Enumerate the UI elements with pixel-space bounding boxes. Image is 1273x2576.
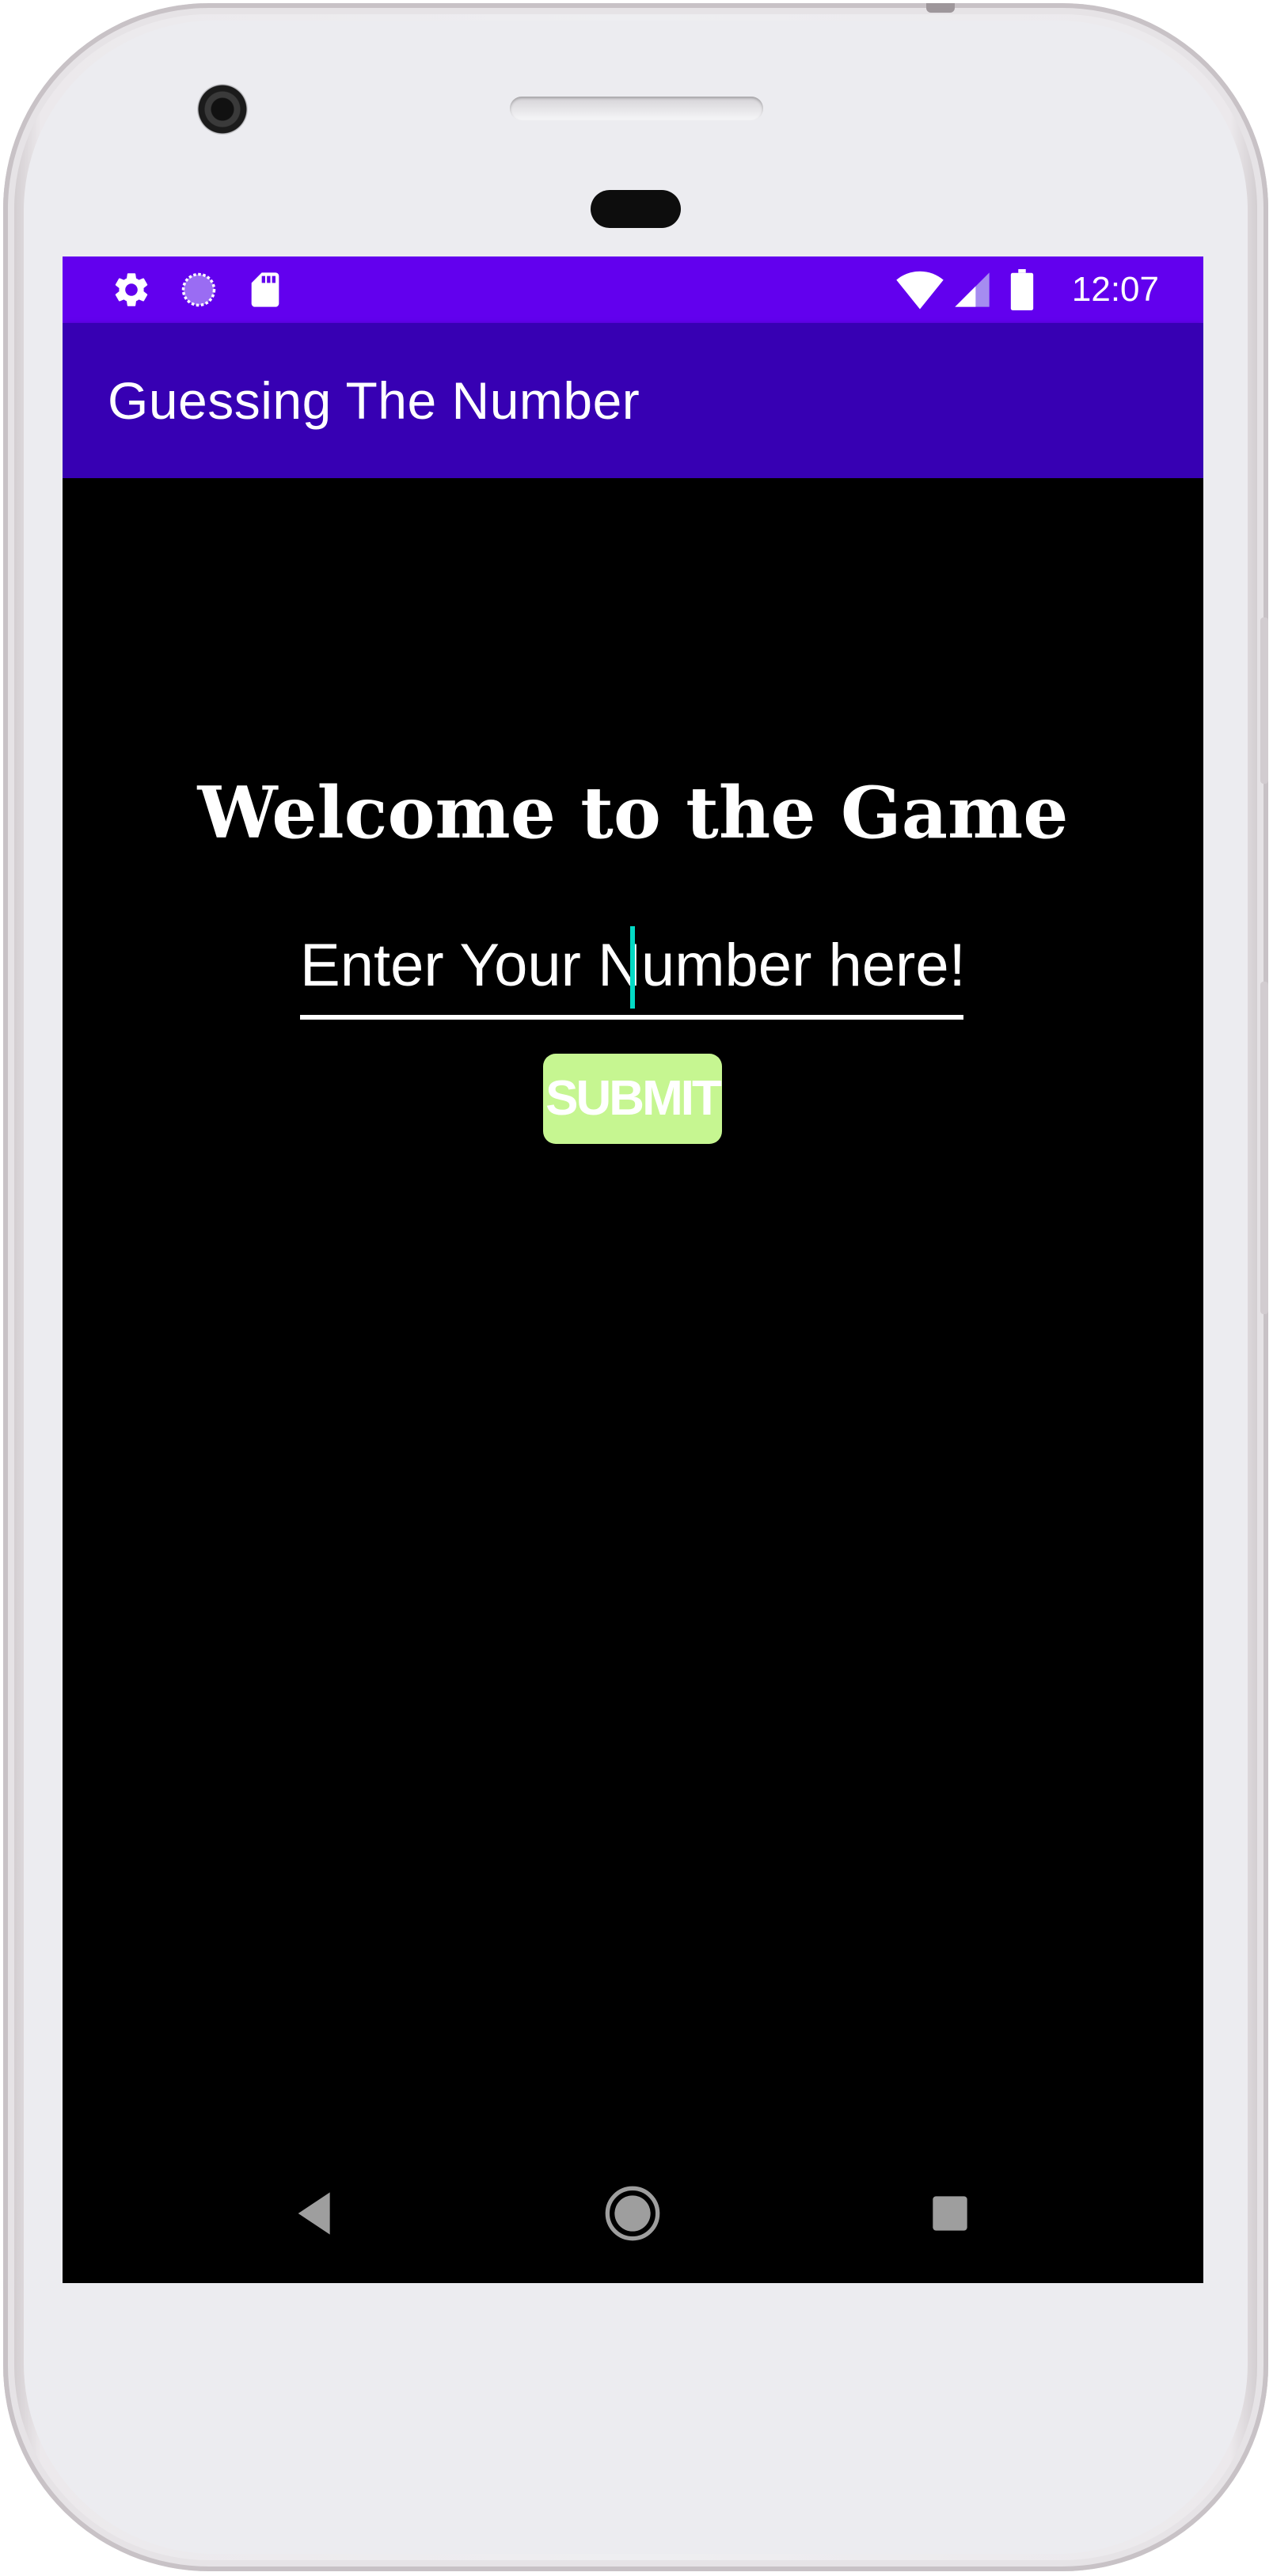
sync-spinner-icon bbox=[178, 269, 219, 310]
app-title: Guessing The Number bbox=[108, 371, 640, 430]
home-icon[interactable] bbox=[601, 2182, 664, 2245]
welcome-heading: Welcome to the Game bbox=[197, 771, 1069, 855]
number-input-underline bbox=[300, 1015, 963, 1020]
battery-icon bbox=[1009, 269, 1036, 310]
top-power-key bbox=[926, 3, 955, 13]
text-cursor bbox=[630, 926, 635, 1009]
earpiece bbox=[591, 190, 681, 228]
status-time: 12:07 bbox=[1071, 270, 1159, 309]
cellular-signal-icon bbox=[952, 269, 993, 310]
submit-button[interactable]: SUBMIT bbox=[543, 1054, 722, 1144]
power-key bbox=[1260, 982, 1268, 1314]
device-screen: 12:07 Guessing The Number Welcome to the… bbox=[63, 256, 1203, 2283]
recents-icon[interactable] bbox=[918, 2182, 982, 2245]
speaker-grille bbox=[510, 97, 763, 120]
sd-card-icon bbox=[245, 269, 286, 310]
wifi-icon bbox=[895, 269, 944, 310]
back-icon[interactable] bbox=[285, 2182, 348, 2245]
front-camera bbox=[197, 84, 248, 135]
app-bar: Guessing The Number bbox=[63, 323, 1203, 478]
volume-key bbox=[1260, 617, 1268, 784]
status-bar: 12:07 bbox=[63, 256, 1203, 323]
settings-gear-icon bbox=[111, 269, 152, 310]
navigation-bar bbox=[63, 2150, 1203, 2283]
